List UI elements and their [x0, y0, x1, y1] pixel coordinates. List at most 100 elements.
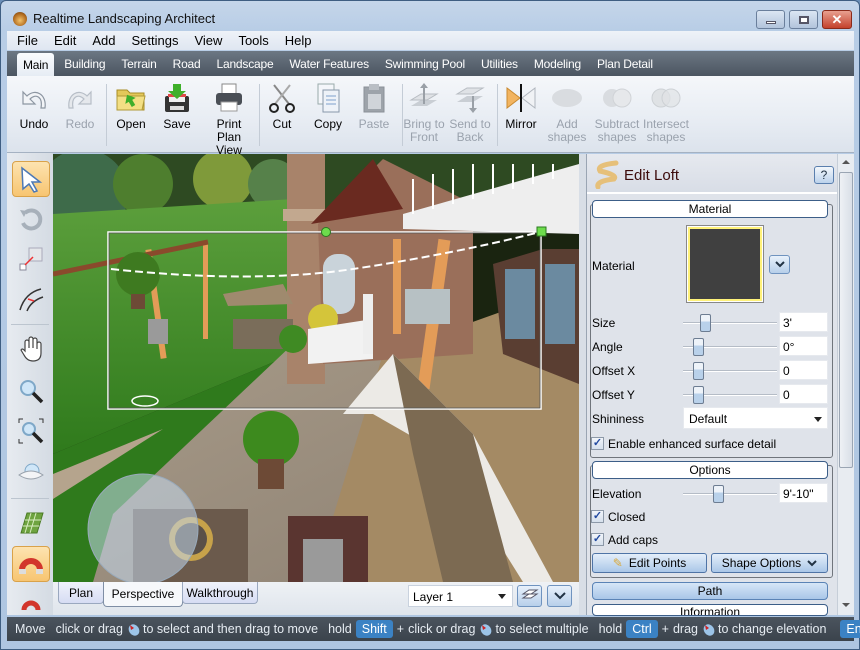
zoom-tool[interactable]	[12, 373, 50, 409]
add-caps-checkbox[interactable]: ✓	[591, 533, 604, 546]
material-dropdown-button[interactable]	[769, 255, 790, 274]
offset-x-slider[interactable]	[683, 362, 777, 380]
orbit-tool[interactable]	[12, 455, 50, 491]
minimize-icon	[765, 21, 776, 24]
tab-road[interactable]: Road	[165, 57, 209, 76]
elevation-slider-thumb[interactable]	[712, 485, 724, 503]
redo-button[interactable]: Redo	[57, 82, 103, 131]
print-plan-view-button[interactable]: Print Plan View	[203, 82, 255, 157]
elevation-input[interactable]: 9'-10"	[779, 483, 828, 503]
closed-checkbox[interactable]: ✓	[591, 510, 604, 523]
view-tab-plan[interactable]: Plan	[58, 582, 104, 604]
intersect-shapes-button[interactable]: Intersect shapes	[641, 82, 691, 144]
scissors-icon	[265, 82, 299, 114]
material-swatch-frame[interactable]	[686, 225, 764, 303]
path-section-header[interactable]: Path	[592, 582, 828, 600]
send-to-back-button[interactable]: Send to Back	[447, 82, 493, 144]
view-tab-walkthrough[interactable]: Walkthrough	[182, 582, 258, 604]
add-shapes-button[interactable]: Add shapes	[544, 82, 590, 144]
enhanced-detail-checkbox[interactable]: ✓	[591, 437, 604, 450]
angle-slider-thumb[interactable]	[692, 338, 704, 356]
scrollbar-thumb[interactable]	[839, 172, 853, 468]
open-button[interactable]: Open	[108, 82, 154, 131]
elevation-slider[interactable]	[683, 485, 777, 503]
size-slider-thumb[interactable]	[699, 314, 711, 332]
3d-perspective-view[interactable]	[53, 154, 579, 582]
enhanced-detail-label: Enable enhanced surface detail	[608, 437, 777, 451]
tab-utilities[interactable]: Utilities	[473, 57, 526, 76]
edit-points-button[interactable]: ✎ Edit Points	[592, 553, 707, 573]
help-button[interactable]: ?	[814, 166, 834, 184]
angle-input[interactable]: 0°	[779, 336, 828, 356]
enter-key-badge: Enter	[840, 620, 860, 638]
grid-icon	[20, 512, 44, 534]
view-tab-perspective[interactable]: Perspective	[103, 582, 183, 607]
offset-y-slider[interactable]	[683, 386, 777, 404]
layers-button[interactable]	[517, 585, 542, 607]
tab-main[interactable]: Main	[17, 53, 55, 76]
cut-button[interactable]: Cut	[259, 82, 305, 131]
offset-x-input[interactable]: 0	[779, 360, 828, 380]
subtract-shapes-button[interactable]: Subtract shapes	[592, 82, 642, 144]
tab-modeling[interactable]: Modeling	[526, 57, 589, 76]
panel-scrollbar[interactable]	[837, 154, 854, 615]
angle-slider[interactable]	[683, 338, 777, 356]
maximize-button[interactable]	[789, 10, 818, 29]
status-plus-1: +	[396, 622, 405, 636]
layer-dropdown[interactable]: Layer 1	[408, 585, 513, 607]
minimize-button[interactable]	[756, 10, 785, 29]
panel-splitter[interactable]	[579, 154, 586, 615]
tab-terrain[interactable]: Terrain	[113, 57, 164, 76]
save-button[interactable]: Save	[154, 82, 200, 131]
offset-x-label: Offset X	[592, 364, 636, 378]
size-slider[interactable]	[683, 314, 777, 332]
size-input[interactable]: 3'	[779, 312, 828, 332]
copy-button[interactable]: Copy	[305, 82, 351, 131]
menu-view[interactable]: View	[186, 33, 230, 48]
tab-water-features[interactable]: Water Features	[281, 57, 376, 76]
menu-add[interactable]: Add	[84, 33, 123, 48]
tab-building[interactable]: Building	[56, 57, 113, 76]
menu-tools[interactable]: Tools	[230, 33, 276, 48]
close-icon: ✕	[831, 11, 843, 27]
shininess-dropdown[interactable]: Default	[683, 407, 828, 429]
offset-x-slider-thumb[interactable]	[692, 362, 704, 380]
status-hold-1: hold	[328, 622, 352, 636]
select-tool[interactable]	[12, 161, 50, 197]
tab-landscape[interactable]: Landscape	[209, 57, 282, 76]
magnet-small-icon	[21, 600, 41, 611]
undo-button[interactable]: Undo	[11, 82, 57, 131]
menu-settings[interactable]: Settings	[124, 33, 187, 48]
pan-tool[interactable]	[12, 331, 50, 367]
offset-y-slider-thumb[interactable]	[692, 386, 704, 404]
snap-alt-tool[interactable]	[12, 585, 50, 621]
menu-file[interactable]: File	[7, 33, 46, 48]
menu-help[interactable]: Help	[277, 33, 320, 48]
offset-y-input[interactable]: 0	[779, 384, 828, 404]
curve-tool[interactable]	[12, 281, 50, 317]
shape-options-button[interactable]: Shape Options	[711, 553, 828, 573]
zoom-extents-tool[interactable]	[12, 413, 50, 449]
layer-options-button[interactable]	[547, 585, 572, 607]
menu-edit[interactable]: Edit	[46, 33, 84, 48]
folder-open-icon	[114, 82, 148, 114]
tab-plan-detail[interactable]: Plan Detail	[589, 57, 661, 76]
resize-tool[interactable]	[12, 241, 50, 277]
material-section-header[interactable]: Material	[592, 200, 828, 218]
scroll-down-icon[interactable]	[842, 603, 850, 607]
rotate-tool[interactable]	[12, 201, 50, 237]
tab-swimming-pool[interactable]: Swimming Pool	[377, 57, 473, 76]
options-section-header[interactable]: Options	[592, 461, 828, 479]
scroll-up-icon[interactable]	[842, 160, 850, 164]
information-section-header[interactable]: Information	[592, 604, 828, 616]
undo-label: Undo	[19, 117, 49, 131]
mirror-button[interactable]: Mirror	[498, 82, 544, 131]
bring-to-front-button[interactable]: Bring to Front	[401, 82, 447, 144]
close-button[interactable]: ✕	[822, 10, 852, 29]
grid-tool[interactable]	[12, 505, 50, 541]
status-hint-1b: to select and then drag to move	[142, 622, 319, 636]
title-bar: Realtime Landscaping Architect ✕	[1, 1, 859, 31]
snap-tool[interactable]	[12, 546, 50, 582]
status-hint-2: click or drag	[408, 622, 476, 636]
paste-button[interactable]: Paste	[351, 82, 397, 131]
